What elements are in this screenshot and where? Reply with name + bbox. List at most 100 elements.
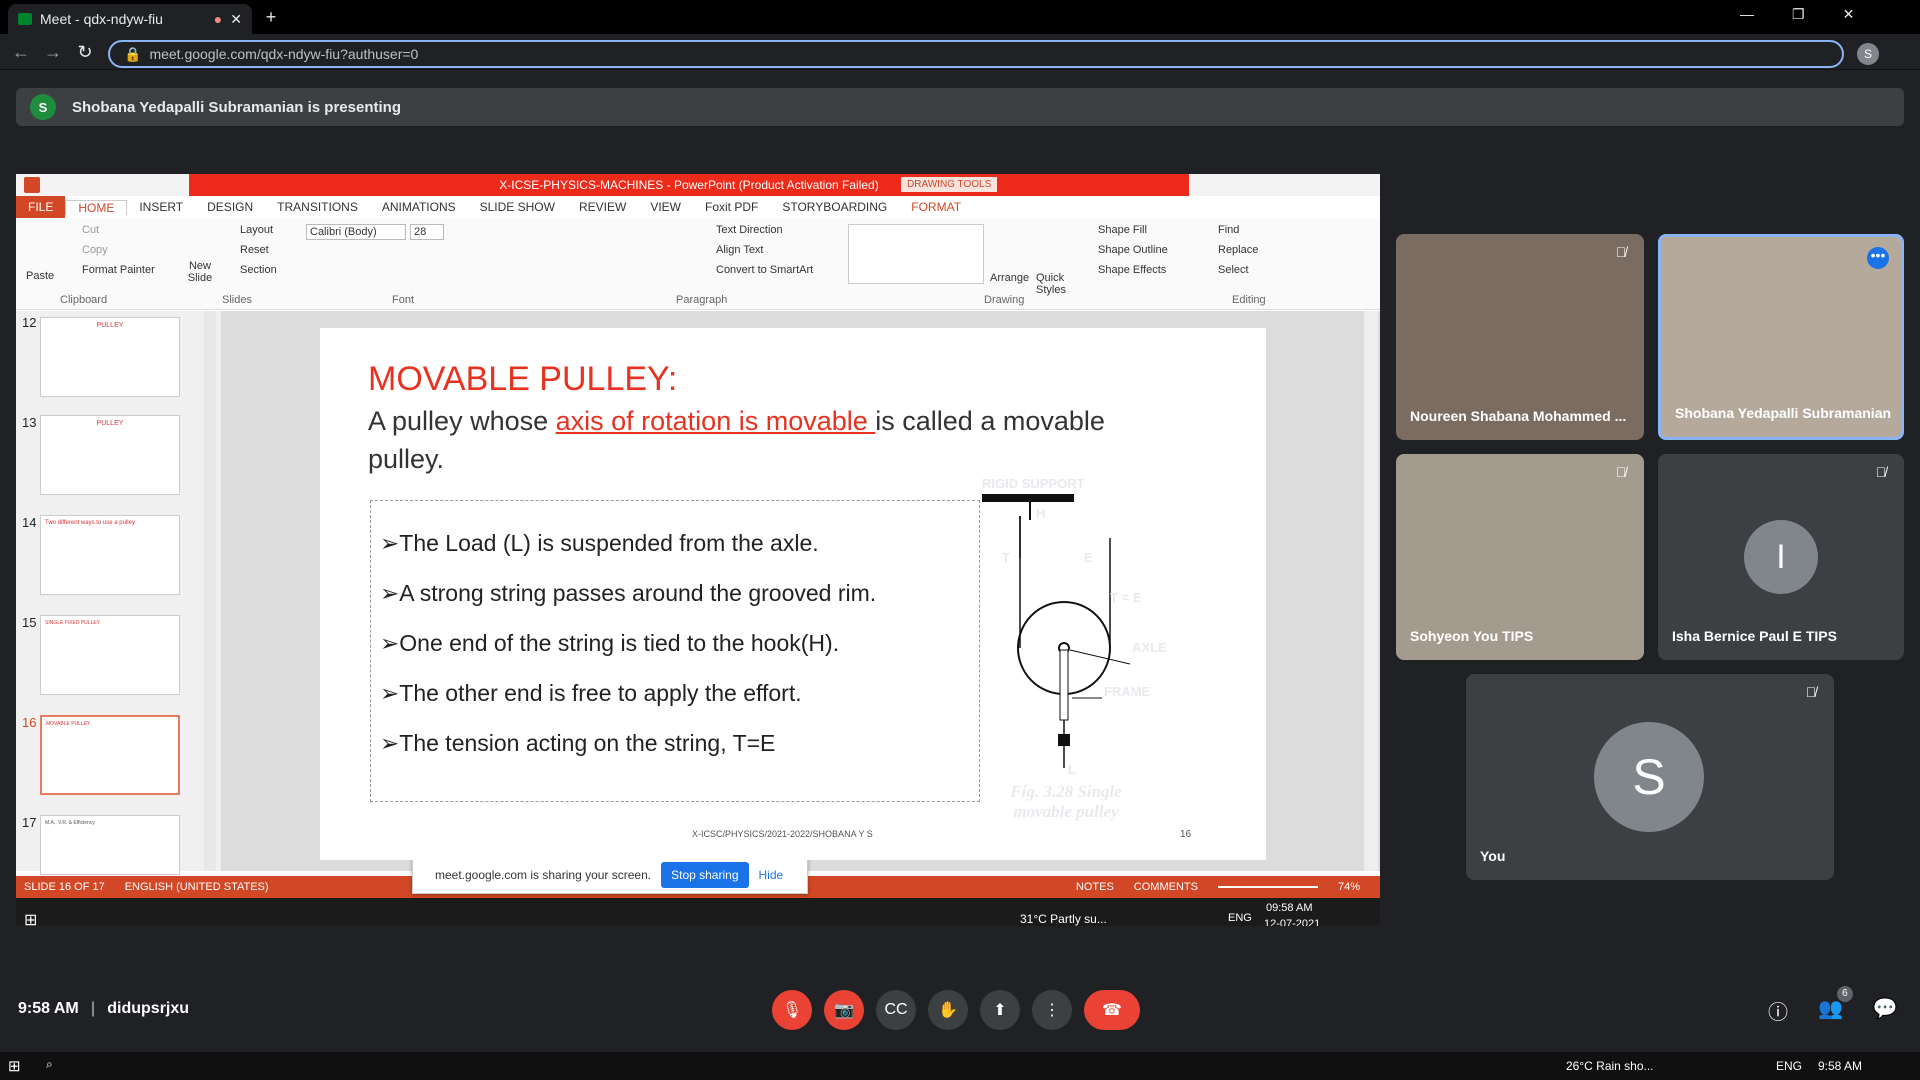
vertical-scrollbar[interactable] [1364, 311, 1378, 871]
tab-view[interactable]: VIEW [638, 200, 693, 214]
label-frame: FRAME [1104, 684, 1151, 699]
restore-icon[interactable]: ❐ [1792, 6, 1805, 23]
meeting-time: 9:58 AM [18, 1000, 79, 1017]
raise-hand-button[interactable]: ✋ [928, 990, 968, 1030]
comments-button[interactable]: COMMENTS [1134, 881, 1198, 893]
layout-button[interactable]: Layout [240, 224, 273, 236]
ppt-title: X-ICSE-PHYSICS-MACHINES - PowerPoint (Pr… [189, 174, 1189, 196]
windows-start-icon[interactable]: ⊞ [24, 910, 37, 926]
mic-off-icon: 🎙̸ [1875, 464, 1887, 480]
more-options-button[interactable]: ⋮ [1032, 990, 1072, 1030]
replace-button[interactable]: Replace [1218, 244, 1258, 256]
side-controls: ⓘ 👥 6 💬 [1768, 986, 1898, 1025]
thumb-title: MOVABLE PULLEY [46, 721, 91, 727]
thumbnail-slide-14[interactable]: Two different ways to use a pulley [40, 515, 180, 595]
tab-title: Meet - qdx-ndyw-fiu [40, 11, 163, 27]
slide-canvas: MOVABLE PULLEY: A pulley whose axis of r… [320, 328, 1266, 860]
thumbnail-slide-16[interactable]: MOVABLE PULLEY [40, 715, 180, 795]
zoom-slider[interactable] [1217, 886, 1318, 888]
forward-button[interactable]: → [40, 39, 66, 65]
new-tab-button[interactable]: + [258, 4, 284, 30]
thumbnail-slide-15[interactable]: SINGLE FIXED PULLEY [40, 615, 180, 695]
tab-format[interactable]: FORMAT [899, 200, 973, 214]
participant-tile[interactable]: 🎙̸ Sohyeon You TIPS [1396, 454, 1644, 660]
participant-tile[interactable]: 🎙̸ I Isha Bernice Paul E TIPS [1658, 454, 1904, 660]
thumb-number: 16 [22, 715, 37, 730]
shape-outline-button[interactable]: Shape Outline [1098, 244, 1168, 256]
browser-tab[interactable]: Meet - qdx-ndyw-fiu ● ✕ [8, 4, 252, 34]
thumbnail-slide-17[interactable]: M.A., V.R. & Efficiency [40, 815, 180, 875]
profile-avatar[interactable]: S [1857, 43, 1879, 65]
reload-button[interactable]: ↻ [72, 39, 98, 65]
bullet-item: ➢The tension acting on the string, T=E [380, 730, 776, 756]
section-button[interactable]: Section [240, 264, 277, 276]
hide-button[interactable]: Hide [759, 868, 784, 882]
find-button[interactable]: Find [1218, 224, 1239, 236]
tab-foxit[interactable]: Foxit PDF [693, 200, 770, 214]
font-name-select[interactable]: Calibri (Body) [306, 224, 406, 240]
search-icon[interactable]: ⌕ [46, 1057, 53, 1072]
caption-line2: movable pulley [1013, 802, 1119, 821]
paste-button[interactable]: Paste [26, 270, 54, 282]
thumbnail-slide-12[interactable]: PULLEY [40, 317, 180, 397]
close-tab-icon[interactable]: ✕ [230, 11, 242, 28]
mic-off-icon: 🎙̸ [1615, 464, 1627, 480]
participant-tile[interactable]: ••• Shobana Yedapalli Subramanian [1658, 234, 1904, 440]
text-direction-button[interactable]: Text Direction [716, 224, 783, 236]
tab-insert[interactable]: INSERT [127, 200, 195, 214]
arrange-button[interactable]: Arrange [990, 272, 1029, 284]
bullet-item: ➢The Load (L) is suspended from the axle… [380, 530, 819, 556]
back-button[interactable]: ← [8, 39, 34, 65]
bullet-item: ➢The other end is free to apply the effo… [380, 680, 802, 706]
figure-caption: Fig. 3.28 Single movable pulley [996, 782, 1136, 822]
info-icon[interactable]: ⓘ [1768, 996, 1788, 1025]
align-text-button[interactable]: Align Text [716, 244, 764, 256]
stop-sharing-button[interactable]: Stop sharing [661, 862, 749, 888]
format-painter-button[interactable]: Format Painter [82, 264, 155, 276]
tab-home[interactable]: HOME [65, 199, 128, 215]
shape-effects-button[interactable]: Shape Effects [1098, 264, 1166, 276]
leave-call-button[interactable]: ☎ [1084, 990, 1140, 1030]
minimize-icon[interactable]: — [1740, 6, 1754, 23]
people-icon[interactable]: 👥 6 [1818, 986, 1853, 1025]
notes-button[interactable]: NOTES [1076, 881, 1114, 893]
captions-button[interactable]: CC [876, 990, 916, 1030]
cut-button[interactable]: Cut [82, 224, 99, 236]
mic-toggle-button[interactable]: 🎙 [772, 990, 812, 1030]
address-bar[interactable]: 🔒 meet.google.com/qdx-ndyw-fiu?authuser=… [108, 40, 1844, 68]
language-status[interactable]: ENGLISH (UNITED STATES) [125, 881, 269, 893]
bullet-item: ➢One end of the string is tied to the ho… [380, 630, 840, 656]
new-slide-button[interactable]: New Slide [184, 260, 216, 284]
copy-button[interactable]: Copy [82, 244, 108, 256]
camera-toggle-button[interactable]: 📷 [824, 990, 864, 1030]
thumbnail-scrollbar[interactable] [204, 311, 216, 871]
tab-design[interactable]: DESIGN [195, 200, 265, 214]
present-button[interactable]: ⬆ [980, 990, 1020, 1030]
zoom-level[interactable]: 74% [1338, 881, 1380, 893]
tab-slideshow[interactable]: SLIDE SHOW [468, 200, 567, 214]
drawing-tools-label: DRAWING TOOLS [901, 177, 998, 192]
ppt-app-icon [24, 177, 40, 193]
tab-transitions[interactable]: TRANSITIONS [265, 200, 370, 214]
participant-name: Sohyeon You TIPS [1410, 628, 1534, 644]
shapes-gallery[interactable] [848, 224, 984, 284]
participant-tile[interactable]: 🎙̸ Noureen Shabana Mohammed ... [1396, 234, 1644, 440]
group-paragraph-label: Paragraph [676, 294, 728, 306]
convert-smartart-button[interactable]: Convert to SmartArt [716, 264, 813, 276]
inner-weather: 31°C Partly su... [1020, 912, 1107, 926]
tab-storyboarding[interactable]: STORYBOARDING [770, 200, 899, 214]
font-size-select[interactable]: 28 [410, 224, 444, 240]
tab-file[interactable]: FILE [16, 196, 66, 218]
reset-button[interactable]: Reset [240, 244, 269, 256]
shape-fill-button[interactable]: Shape Fill [1098, 224, 1147, 236]
quick-styles-button[interactable]: Quick Styles [1036, 272, 1076, 296]
windows-start-icon[interactable]: ⊞ [8, 1057, 21, 1075]
select-button[interactable]: Select [1218, 264, 1249, 276]
tab-animations[interactable]: ANIMATIONS [370, 200, 468, 214]
chat-icon[interactable]: 💬 [1873, 996, 1898, 1025]
thumb-title: PULLEY [96, 420, 124, 427]
thumbnail-slide-13[interactable]: PULLEY [40, 415, 180, 495]
close-icon[interactable]: ✕ [1843, 6, 1855, 23]
tab-review[interactable]: REVIEW [567, 200, 638, 214]
self-tile[interactable]: 🎙̸ S You [1466, 674, 1834, 880]
